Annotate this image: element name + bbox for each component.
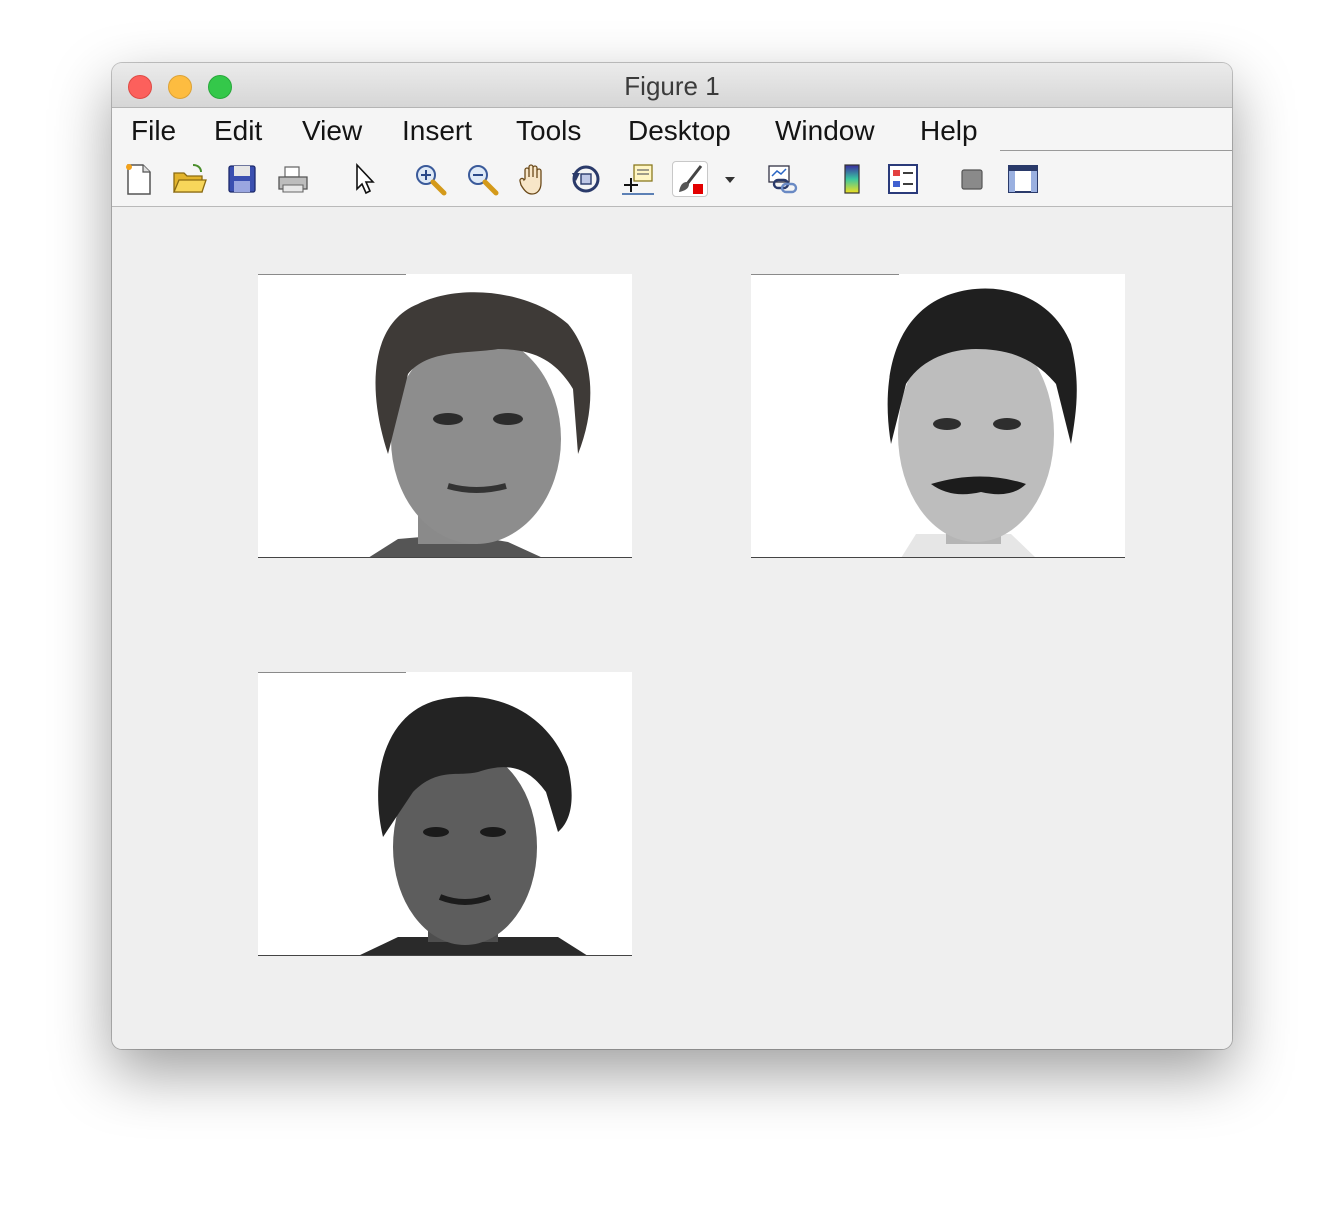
menu-help[interactable]: Help [920,112,978,150]
subplot-3-axes[interactable] [258,672,632,956]
show-plot-tools-icon[interactable] [1005,161,1041,197]
zoom-out-icon[interactable] [464,161,500,197]
face-portrait-image [368,292,591,558]
menu-file[interactable]: File [131,112,176,150]
legend-icon[interactable] [885,161,921,197]
axes-bottom-edge [258,955,632,956]
data-cursor-icon[interactable] [620,161,656,197]
pan-hand-icon[interactable] [516,161,552,197]
menu-insert[interactable]: Insert [402,112,472,150]
subplot-1-axes[interactable] [258,274,632,558]
axes-bottom-edge [751,557,1125,558]
figure-toolbar [112,153,1232,207]
menu-tools[interactable]: Tools [516,112,581,150]
figure-window: Figure 1 File Edit View Insert Tools Des… [112,63,1232,1049]
menu-desktop[interactable]: Desktop [628,112,731,150]
menu-divider [1000,150,1232,151]
colorbar-icon[interactable] [834,161,870,197]
zoom-in-icon[interactable] [412,161,448,197]
subplot-2-axes[interactable] [751,274,1125,558]
menu-window[interactable]: Window [775,112,875,150]
window-title: Figure 1 [624,71,720,101]
open-file-icon[interactable] [171,161,207,197]
menu-bar: File Edit View Insert Tools Desktop Wind… [112,108,1232,176]
axes-bottom-edge [258,557,632,558]
rotate-3d-icon[interactable] [568,161,604,197]
title-bar[interactable]: Figure 1 [112,63,1232,108]
face-portrait-image [358,696,588,956]
save-icon[interactable] [224,161,260,197]
print-icon[interactable] [275,161,311,197]
edit-plot-pointer-icon[interactable] [346,161,382,197]
brush-icon[interactable] [672,161,708,197]
figure-canvas [112,207,1232,1049]
hide-plot-tools-icon[interactable] [954,161,990,197]
brush-dropdown-arrow-icon[interactable] [725,177,735,183]
face-portrait-image [887,288,1077,558]
new-figure-icon[interactable] [121,161,157,197]
link-plot-icon[interactable] [765,161,801,197]
menu-view[interactable]: View [302,112,362,150]
menu-edit[interactable]: Edit [214,112,262,150]
